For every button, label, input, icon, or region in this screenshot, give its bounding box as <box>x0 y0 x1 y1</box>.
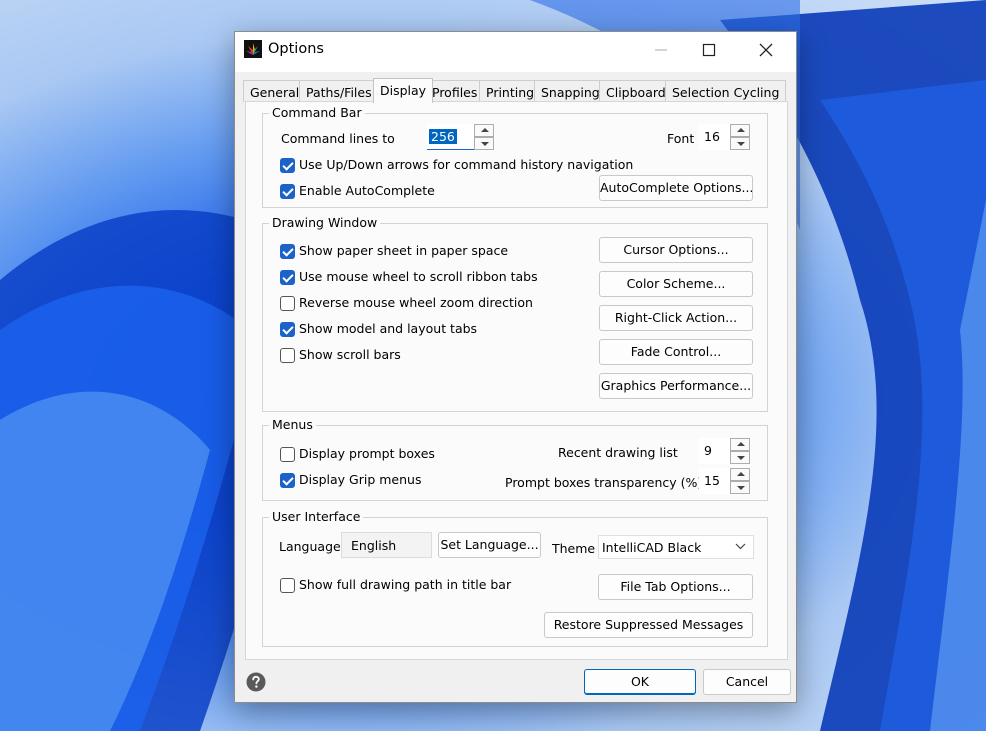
menus-group: Menus Display prompt boxes Display Grip … <box>262 417 768 501</box>
tab-snapping[interactable]: Snapping <box>534 80 607 102</box>
tab-display[interactable]: Display <box>373 78 434 103</box>
checkbox-unchecked-icon[interactable] <box>280 296 295 311</box>
prompt-transparency-up-icon[interactable] <box>730 468 750 481</box>
theme-value: IntelliCAD Black <box>602 540 702 555</box>
checkbox-checked-icon[interactable] <box>280 270 295 285</box>
user-interface-group: User Interface Language English Set Lang… <box>262 509 768 647</box>
user-interface-title: User Interface <box>269 509 364 524</box>
prompt-transparency-down-icon[interactable] <box>730 481 750 494</box>
chevron-down-icon <box>735 543 746 550</box>
title-bar[interactable]: Options <box>235 32 796 72</box>
display-panel: Command Bar Command lines to 256 Font 16 <box>245 101 788 660</box>
font-label: Font <box>667 131 695 146</box>
checkbox-checked-icon[interactable] <box>280 158 295 173</box>
checkbox-unchecked-icon[interactable] <box>280 447 295 462</box>
drawing-window-group: Drawing Window Show paper sheet in paper… <box>262 215 768 412</box>
checkbox-checked-icon[interactable] <box>280 473 295 488</box>
maximize-button[interactable] <box>681 32 737 68</box>
command-lines-value[interactable]: 256 <box>429 129 457 144</box>
command-lines-down-icon[interactable] <box>474 137 494 150</box>
autocomplete-options-button[interactable]: AutoComplete Options... <box>599 175 753 201</box>
cursor-options-button[interactable]: Cursor Options... <box>599 237 753 263</box>
close-icon <box>759 43 773 57</box>
language-label: Language <box>279 539 341 554</box>
theme-label: Theme <box>552 541 596 556</box>
color-scheme-button[interactable]: Color Scheme... <box>599 271 753 297</box>
tab-printing[interactable]: Printing <box>479 80 542 102</box>
checkbox-checked-icon[interactable] <box>280 184 295 199</box>
window-title: Options <box>268 41 324 57</box>
cancel-button[interactable]: Cancel <box>703 669 791 695</box>
tab-clipboard[interactable]: Clipboard <box>599 80 673 102</box>
ok-button[interactable]: OK <box>584 669 696 695</box>
fade-control-button[interactable]: Fade Control... <box>599 339 753 365</box>
language-value: English <box>341 532 432 558</box>
close-button[interactable] <box>738 32 794 68</box>
font-size-value[interactable]: 16 <box>704 129 720 144</box>
prompt-transparency-value[interactable]: 15 <box>704 473 720 488</box>
theme-select[interactable]: IntelliCAD Black <box>598 535 754 559</box>
tab-paths-files[interactable]: Paths/Files <box>299 80 379 102</box>
prompt-transparency-label: Prompt boxes transparency (%): <box>505 475 707 490</box>
recent-drawing-label: Recent drawing list <box>558 445 678 460</box>
right-click-action-button[interactable]: Right-Click Action... <box>599 305 753 331</box>
file-tab-options-button[interactable]: File Tab Options... <box>598 574 753 600</box>
font-size-stepper[interactable]: 16 <box>699 124 750 150</box>
checkbox-unchecked-icon[interactable] <box>280 578 295 593</box>
tab-profiles[interactable]: Profiles <box>425 80 485 102</box>
intellicad-logo-icon <box>244 40 262 58</box>
minimize-icon <box>655 49 667 51</box>
font-size-down-icon[interactable] <box>730 137 750 150</box>
drawing-window-title: Drawing Window <box>269 215 381 230</box>
checkbox-checked-icon[interactable] <box>280 322 295 337</box>
tab-selection-cycling[interactable]: Selection Cycling <box>665 80 787 102</box>
font-size-up-icon[interactable] <box>730 124 750 137</box>
graphics-performance-button[interactable]: Graphics Performance... <box>599 373 753 399</box>
maximize-icon <box>702 43 716 57</box>
help-icon[interactable] <box>246 672 266 692</box>
options-dialog: Options General Paths/Files Display Prof… <box>234 31 797 703</box>
checkbox-checked-icon[interactable] <box>280 244 295 259</box>
tab-general[interactable]: General <box>243 80 307 102</box>
set-language-button[interactable]: Set Language... <box>438 532 541 558</box>
prompt-transparency-stepper[interactable]: 15 <box>699 468 750 494</box>
recent-drawing-down-icon[interactable] <box>730 451 750 464</box>
command-lines-up-icon[interactable] <box>474 124 494 137</box>
command-lines-stepper[interactable]: 256 <box>427 124 494 150</box>
checkbox-unchecked-icon[interactable] <box>280 348 295 363</box>
recent-drawing-value[interactable]: 9 <box>704 443 712 458</box>
command-bar-group: Command Bar Command lines to 256 Font 16 <box>262 105 768 208</box>
command-lines-label: Command lines to <box>281 131 395 146</box>
command-bar-title: Command Bar <box>269 105 365 120</box>
recent-drawing-stepper[interactable]: 9 <box>699 438 750 464</box>
recent-drawing-up-icon[interactable] <box>730 438 750 451</box>
restore-suppressed-messages-button[interactable]: Restore Suppressed Messages <box>544 612 753 638</box>
menus-title: Menus <box>269 417 316 432</box>
